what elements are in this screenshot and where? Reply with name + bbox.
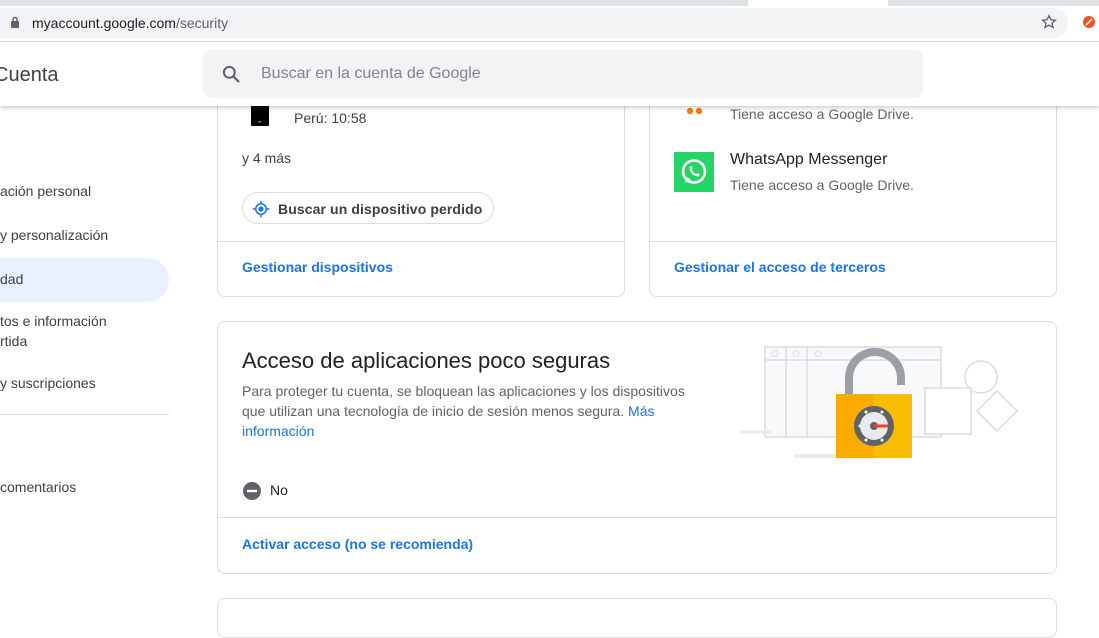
search-icon[interactable] [221, 64, 241, 84]
browser-toolbar: myaccount.google.com/security [0, 0, 1099, 42]
find-lost-device-label: Buscar un dispositivo perdido [278, 201, 483, 217]
extension-icon[interactable] [1082, 15, 1096, 29]
activate-access-link[interactable]: Activar acceso (no se recomienda) [242, 536, 473, 552]
sidebar-item-personal-info[interactable]: ación personal [0, 183, 91, 199]
manage-devices-link[interactable]: Gestionar dispositivos [242, 259, 393, 275]
sidebar-item-label-line1: tos e información [0, 313, 107, 329]
app2-name: WhatsApp Messenger [730, 151, 888, 168]
less-secure-apps-description: Para proteger tu cuenta, se bloquean las… [242, 381, 712, 441]
disabled-status-icon [243, 482, 261, 500]
sidebar-item-security[interactable]: dad [0, 271, 23, 287]
search-box[interactable] [203, 50, 923, 98]
locate-icon [252, 200, 270, 218]
status-value: No [270, 482, 288, 498]
sidebar-item-payments-subscriptions[interactable]: y suscripciones [0, 375, 96, 391]
sidebar-item-label-line2: rtida [0, 333, 28, 349]
search-input[interactable] [261, 50, 901, 98]
description-text: Para proteger tu cuenta, se bloquean las… [242, 383, 685, 419]
app-title: Cuenta [0, 64, 59, 86]
more-devices-text: y 4 más [242, 150, 292, 166]
sidebar-active-highlight [0, 258, 169, 302]
card-divider [650, 241, 1056, 242]
url-path: /security [175, 15, 229, 31]
sidebar-divider [0, 414, 169, 415]
app1-access-text: Tiene acceso a Google Drive. [730, 106, 914, 122]
app2-access-text: Tiene acceso a Google Drive. [730, 177, 914, 193]
url-host: myaccount.google.com [32, 15, 176, 31]
next-card [217, 598, 1057, 638]
sidebar-item-people-sharing[interactable]: tos e información rtida [0, 313, 107, 349]
tab-strip [0, 0, 1099, 6]
whatsapp-icon [674, 152, 714, 192]
manage-third-party-access-link[interactable]: Gestionar el acceso de terceros [674, 259, 886, 275]
unlocked-padlock-illustration [740, 346, 1019, 458]
lock-icon [11, 16, 19, 28]
active-tab[interactable] [748, 0, 888, 6]
sidebar-item-feedback[interactable]: comentarios [0, 479, 76, 495]
url-text[interactable]: myaccount.google.com/security [32, 15, 228, 31]
bookmark-star-icon[interactable] [1041, 14, 1057, 30]
find-lost-device-button[interactable]: Buscar un dispositivo perdido [242, 192, 494, 224]
app-header: Cuenta [0, 42, 1099, 106]
app-icon [686, 107, 703, 115]
device-location-time: Perú: 10:58 [294, 110, 367, 126]
card-divider [218, 241, 624, 242]
card-divider [218, 517, 1056, 518]
sidebar-item-data-personalization[interactable]: y personalización [0, 227, 108, 243]
less-secure-apps-title: Acceso de aplicaciones poco seguras [242, 348, 611, 373]
